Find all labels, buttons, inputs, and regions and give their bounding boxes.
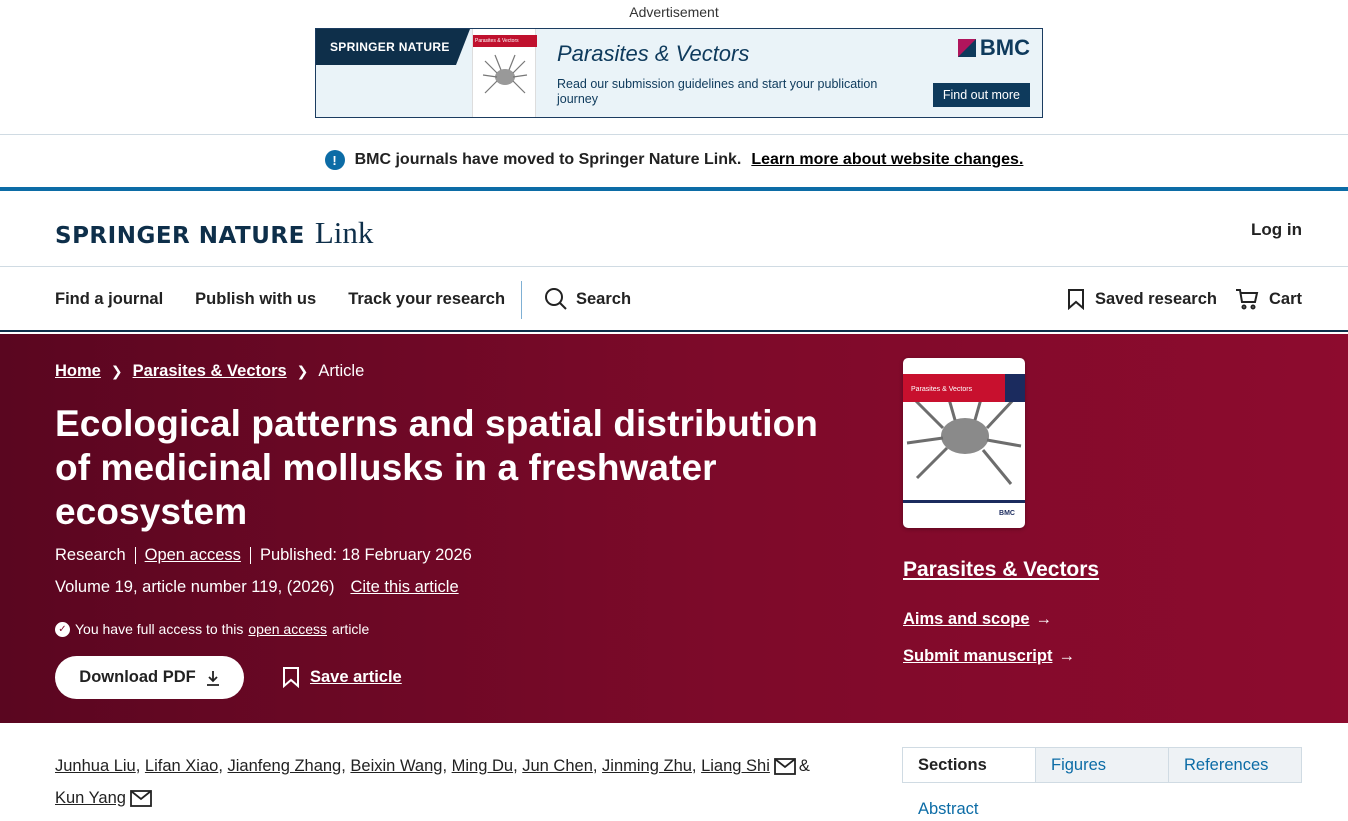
nav-right: Saved research Cart bbox=[1067, 268, 1302, 330]
check-circle-icon: ✓ bbox=[55, 621, 70, 637]
cover-bottom-rule bbox=[903, 500, 1025, 503]
bmc-logo: BMC bbox=[957, 35, 1030, 61]
author-link[interactable]: Ming Du bbox=[452, 757, 513, 775]
author-list: Junhua Liu, Lifan Xiao, Jianfeng Zhang, … bbox=[55, 757, 810, 808]
author-link[interactable]: Junhua Liu bbox=[55, 757, 136, 775]
published-date: Published: 18 February 2026 bbox=[259, 546, 472, 564]
notice-text: BMC journals have moved to Springer Natu… bbox=[354, 151, 742, 168]
submit-manuscript-label: Submit manuscript bbox=[903, 647, 1053, 665]
ad-cover-label: Parasites & Vectors bbox=[473, 35, 537, 47]
ad-find-out-more-button[interactable]: Find out more bbox=[932, 83, 1030, 107]
author-link[interactable]: Jun Chen bbox=[522, 757, 593, 775]
section-link-abstract[interactable]: Abstract bbox=[918, 800, 979, 819]
arrow-right-icon: → bbox=[1058, 647, 1075, 665]
ad-publisher-logo: SPRINGER NATURE bbox=[316, 29, 470, 65]
bookmark-icon bbox=[1067, 289, 1084, 310]
journal-name-link[interactable]: Parasites & Vectors bbox=[903, 558, 1099, 582]
nav-search-button[interactable]: Search bbox=[544, 268, 631, 330]
download-pdf-button[interactable]: Download PDF bbox=[55, 656, 244, 699]
cover-corner bbox=[1005, 374, 1025, 402]
search-icon bbox=[545, 288, 567, 310]
email-icon[interactable] bbox=[774, 758, 796, 776]
cover-bmc-logo: BMC bbox=[999, 510, 1015, 517]
submit-manuscript-link[interactable]: Submit manuscript → bbox=[903, 647, 1075, 666]
author-link[interactable]: Jianfeng Zhang bbox=[227, 757, 341, 775]
tab-references[interactable]: References bbox=[1168, 748, 1301, 782]
download-pdf-label: Download PDF bbox=[79, 668, 196, 686]
site-notice: ! BMC journals have moved to Springer Na… bbox=[0, 134, 1348, 191]
access-note: ✓ You have full access to this open acce… bbox=[55, 621, 369, 637]
advertisement-label: Advertisement bbox=[629, 4, 719, 20]
access-note-open-access-link[interactable]: open access bbox=[248, 621, 327, 637]
main-nav: Find a journal Publish with us Track you… bbox=[0, 268, 1348, 332]
author-link[interactable]: Kun Yang bbox=[55, 789, 126, 807]
meta-divider bbox=[249, 547, 251, 564]
access-note-post: article bbox=[331, 621, 370, 637]
sidebar-tabs: Sections Figures References bbox=[902, 747, 1302, 783]
notice-learn-more-link[interactable]: Learn more about website changes. bbox=[751, 151, 1023, 169]
advertisement-banner[interactable]: SPRINGER NATURE Parasites & Vectors Para… bbox=[315, 28, 1043, 118]
article-title: Ecological patterns and spatial distribu… bbox=[55, 403, 819, 532]
search-label: Search bbox=[576, 289, 632, 308]
chevron-right-icon: ❯ bbox=[296, 363, 309, 379]
bmc-logo-icon bbox=[957, 39, 976, 57]
mite-illustration bbox=[482, 54, 528, 94]
nav-find-journal[interactable]: Find a journal bbox=[55, 290, 163, 309]
ad-journal-title: Parasites & Vectors bbox=[557, 41, 750, 66]
tab-figures[interactable]: Figures bbox=[1035, 748, 1168, 782]
ad-journal-cover: Parasites & Vectors bbox=[472, 29, 537, 117]
access-note-pre: You have full access to this bbox=[75, 621, 244, 637]
meta-divider bbox=[134, 547, 136, 564]
cite-article-link[interactable]: Cite this article bbox=[350, 578, 458, 597]
author-link[interactable]: Beixin Wang bbox=[350, 757, 442, 775]
volume-info: Volume 19, article number 119, (2026) bbox=[55, 578, 335, 596]
email-icon[interactable] bbox=[130, 790, 152, 808]
open-access-link[interactable]: Open access bbox=[145, 546, 241, 565]
info-icon: ! bbox=[324, 150, 345, 170]
article-meta: Research Open access Published: 18 Febru… bbox=[55, 546, 472, 565]
cart-label: Cart bbox=[1268, 289, 1302, 308]
journal-cover[interactable]: Parasites & Vectors BMC bbox=[903, 358, 1025, 528]
login-link[interactable]: Log in bbox=[1251, 220, 1302, 240]
cart-icon bbox=[1235, 289, 1259, 310]
aims-scope-label: Aims and scope bbox=[903, 610, 1030, 628]
site-header: SPRINGER NATURE Link Log in bbox=[0, 195, 1348, 267]
arrow-right-icon: → bbox=[1035, 610, 1053, 628]
article-type: Research bbox=[55, 546, 126, 564]
saved-research-label: Saved research bbox=[1094, 289, 1217, 308]
aims-scope-link[interactable]: Aims and scope → bbox=[903, 610, 1052, 629]
tab-sections[interactable]: Sections bbox=[903, 748, 1035, 782]
logo-main-text: SPRINGER NATURE bbox=[55, 223, 305, 249]
bookmark-icon bbox=[283, 667, 299, 688]
bmc-logo-text: BMC bbox=[979, 35, 1030, 60]
breadcrumb-journal[interactable]: Parasites & Vectors bbox=[133, 362, 287, 381]
saved-research-button[interactable]: Saved research bbox=[1067, 288, 1217, 310]
author-conjunction: & bbox=[798, 757, 810, 775]
save-article-button[interactable]: Save article bbox=[282, 666, 402, 688]
author-link[interactable]: Liang Shi bbox=[701, 757, 770, 775]
nav-links: Find a journal Publish with us Track you… bbox=[55, 268, 505, 330]
author-link[interactable]: Lifan Xiao bbox=[145, 757, 218, 775]
nav-track-research[interactable]: Track your research bbox=[348, 290, 505, 309]
download-icon bbox=[206, 670, 219, 686]
breadcrumb-current: Article bbox=[318, 362, 365, 380]
springer-nature-link-logo[interactable]: SPRINGER NATURE Link bbox=[55, 215, 373, 251]
nav-publish-with-us[interactable]: Publish with us bbox=[195, 290, 316, 309]
chevron-right-icon: ❯ bbox=[110, 363, 123, 379]
breadcrumb-home[interactable]: Home bbox=[55, 362, 101, 381]
ad-text: Read our submission guidelines and start… bbox=[557, 77, 878, 106]
logo-link-text: Link bbox=[314, 215, 374, 250]
save-article-label: Save article bbox=[310, 667, 402, 686]
breadcrumb: Home ❯ Parasites & Vectors ❯ Article bbox=[55, 362, 364, 381]
article-hero: Home ❯ Parasites & Vectors ❯ Article Eco… bbox=[0, 334, 1348, 723]
nav-divider bbox=[521, 281, 522, 319]
article-citation-info: Volume 19, article number 119, (2026) Ci… bbox=[55, 578, 459, 597]
cart-button[interactable]: Cart bbox=[1235, 288, 1302, 310]
author-link[interactable]: Jinming Zhu bbox=[602, 757, 692, 775]
